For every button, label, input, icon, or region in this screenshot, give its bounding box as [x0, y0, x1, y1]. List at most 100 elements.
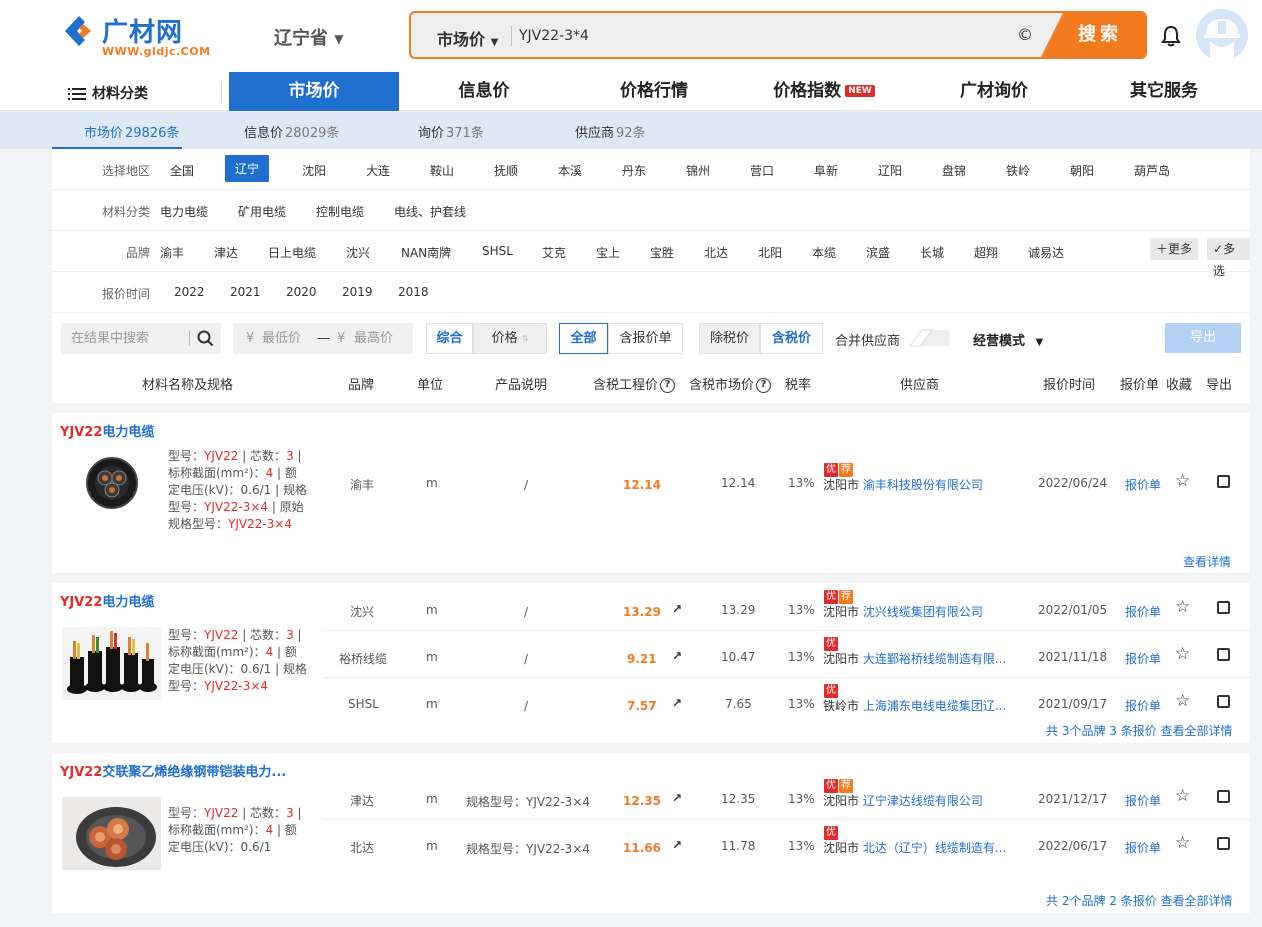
year-option[interactable]: 2019 [342, 285, 373, 299]
filter-with-quote-button[interactable]: 含报价单 [608, 323, 683, 354]
trend-icon[interactable]: ↗ [672, 791, 682, 805]
sort-price-button[interactable]: 价格 ⇅ [473, 323, 547, 354]
category-option[interactable]: 电力电缆 [160, 203, 208, 220]
search-button[interactable]: 搜索 [1041, 13, 1145, 57]
brand-option[interactable]: 北阳 [758, 244, 782, 261]
supplier-link[interactable]: 渝丰科技股份有限公司 [863, 478, 983, 492]
avatar[interactable] [1196, 9, 1248, 61]
export-checkbox[interactable] [1217, 601, 1230, 614]
export-button[interactable]: 导出 [1165, 323, 1241, 353]
region-option[interactable]: 辽宁 [225, 155, 270, 182]
more-brands-button[interactable]: ＋更多 [1150, 238, 1199, 260]
export-checkbox[interactable] [1217, 648, 1230, 661]
supplier-link[interactable]: 大连鄞裕桥线缆制造有限... [863, 652, 1006, 666]
inc-tax-button[interactable]: 含税价 [760, 323, 823, 354]
nav-info-price[interactable]: 信息价 [399, 72, 569, 111]
help-icon[interactable]: ? [756, 378, 772, 393]
ex-tax-button[interactable]: 除税价 [699, 323, 760, 354]
year-option[interactable]: 2022 [174, 285, 205, 299]
quote-sheet-link[interactable]: 报价单 [1125, 476, 1161, 493]
product-image[interactable] [80, 451, 144, 515]
nav-other-services[interactable]: 其它服务 [1079, 72, 1249, 111]
quote-sheet-link[interactable]: 报价单 [1125, 839, 1161, 856]
export-checkbox[interactable] [1217, 837, 1230, 850]
region-option[interactable]: 大连 [366, 162, 390, 179]
view-all-details-link[interactable]: 共 2个品牌 2 条报价 查看全部详情 [1046, 892, 1233, 909]
product-image[interactable] [62, 627, 161, 700]
star-icon[interactable]: ☆ [1175, 693, 1190, 710]
brand-option[interactable]: 本缆 [812, 244, 836, 261]
nav-inquiry[interactable]: 广材询价 [909, 72, 1079, 111]
region-option[interactable]: 盘锦 [942, 162, 966, 179]
region-option[interactable]: 铁岭 [1006, 162, 1030, 179]
clear-icon[interactable]: © [1017, 25, 1033, 44]
region-option[interactable]: 辽阳 [878, 162, 902, 179]
region-option[interactable]: 丹东 [622, 162, 646, 179]
category-option[interactable]: 矿用电缆 [238, 203, 286, 220]
supplier-link[interactable]: 沈兴线缆集团有限公司 [863, 605, 983, 619]
trend-icon[interactable]: ↗ [672, 696, 682, 710]
quote-sheet-link[interactable]: 报价单 [1125, 697, 1161, 714]
bell-icon[interactable] [1160, 24, 1182, 48]
tab-supplier[interactable]: 供应商 92条 [575, 122, 646, 141]
nav-price-trend[interactable]: 价格行情 [569, 72, 739, 111]
brand-option[interactable]: 宝上 [596, 244, 620, 261]
export-checkbox[interactable] [1217, 695, 1230, 708]
region-option[interactable]: 本溪 [558, 162, 582, 179]
business-mode-dropdown[interactable]: 经营模式 ▼ [973, 330, 1043, 349]
result-search-field[interactable]: 在结果中搜索 [61, 323, 221, 354]
brand-option[interactable]: 宝胜 [650, 244, 674, 261]
quote-sheet-link[interactable]: 报价单 [1125, 650, 1161, 667]
nav-price-index[interactable]: 价格指数 NEW [739, 72, 909, 111]
star-icon[interactable]: ☆ [1175, 835, 1190, 852]
product-image[interactable] [62, 797, 161, 870]
tab-info-price[interactable]: 信息价 28029条 [244, 122, 339, 141]
star-icon[interactable]: ☆ [1175, 599, 1190, 616]
star-icon[interactable]: ☆ [1175, 788, 1190, 805]
export-checkbox[interactable] [1217, 790, 1230, 803]
filter-all-button[interactable]: 全部 [559, 323, 608, 354]
category-option[interactable]: 电线、护套线 [394, 203, 466, 220]
tab-market-price[interactable]: 市场价 29826条 [84, 122, 179, 141]
quote-sheet-link[interactable]: 报价单 [1125, 603, 1161, 620]
region-option[interactable]: 沈阳 [302, 162, 326, 179]
region-option[interactable]: 锦州 [686, 162, 710, 179]
help-icon[interactable]: ? [660, 378, 676, 393]
product-title[interactable]: YJV22电力电缆 [60, 591, 154, 610]
brand-option[interactable]: 超翔 [974, 244, 998, 261]
nav-market-price[interactable]: 市场价 [229, 72, 399, 111]
region-option[interactable]: 鞍山 [430, 162, 454, 179]
merge-toggle[interactable] [908, 329, 952, 347]
trend-icon[interactable]: ↗ [672, 649, 682, 663]
brand-option[interactable]: NAN南牌 [401, 244, 451, 261]
search-icon[interactable] [197, 330, 214, 347]
brand-option[interactable]: 艾克 [542, 244, 566, 261]
export-checkbox[interactable] [1217, 475, 1230, 488]
region-option[interactable]: 朝阳 [1070, 162, 1094, 179]
supplier-link[interactable]: 北达（辽宁）线缆制造有... [863, 841, 1006, 855]
region-option[interactable]: 葫芦岛 [1134, 162, 1170, 179]
brand-option[interactable]: 诚易达 [1028, 244, 1064, 261]
brand-option[interactable]: 北达 [704, 244, 728, 261]
year-option[interactable]: 2020 [286, 285, 317, 299]
brand-option[interactable]: 滨盛 [866, 244, 890, 261]
trend-icon[interactable]: ↗ [672, 838, 682, 852]
search-input[interactable] [519, 23, 999, 49]
category-option[interactable]: 控制电缆 [316, 203, 364, 220]
min-price-input[interactable]: 最低价 [262, 323, 301, 354]
supplier-link[interactable]: 上海浦东电线电缆集团辽... [863, 699, 1006, 713]
quote-sheet-link[interactable]: 报价单 [1125, 792, 1161, 809]
brand-option[interactable]: 津达 [214, 244, 238, 261]
region-option[interactable]: 阜新 [814, 162, 838, 179]
star-icon[interactable]: ☆ [1175, 646, 1190, 663]
search-type-dropdown[interactable]: 市场价 ▼ [437, 26, 498, 50]
region-selector[interactable]: 辽宁省 ▼ [274, 24, 344, 50]
brand-option[interactable]: 长城 [920, 244, 944, 261]
brand-option[interactable]: 渝丰 [160, 244, 184, 261]
view-all-details-link[interactable]: 共 3个品牌 3 条报价 查看全部详情 [1046, 722, 1233, 739]
brand-option[interactable]: 日上电缆 [268, 244, 316, 261]
product-title[interactable]: YJV22电力电缆 [60, 421, 154, 440]
view-details-link[interactable]: 查看详情 [1183, 553, 1231, 570]
region-option[interactable]: 营口 [750, 162, 774, 179]
multi-select-button[interactable]: ✓多选 [1207, 238, 1250, 278]
